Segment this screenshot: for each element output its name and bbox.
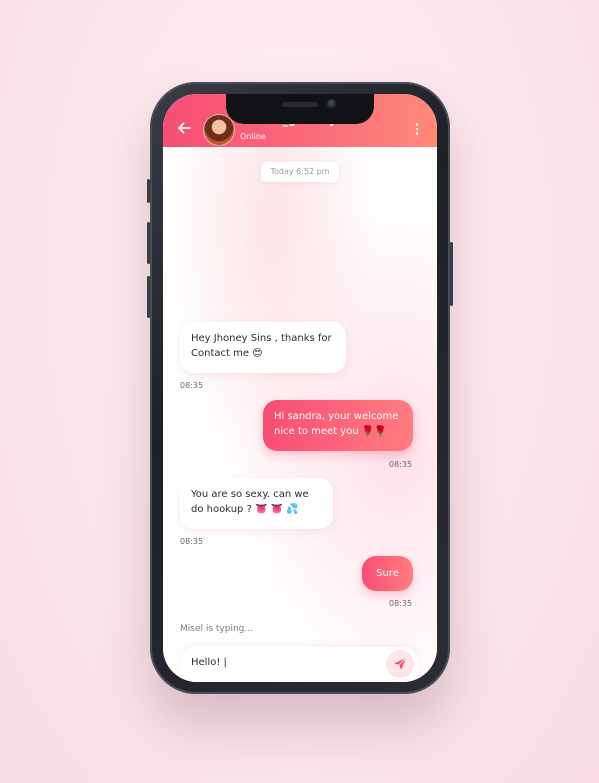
message-time: 08:35	[389, 460, 413, 469]
message-line: do hookup ? 👅 👅 💦	[191, 504, 299, 515]
message-line: nice to meet you 🌹🌹	[274, 426, 387, 437]
send-button[interactable]	[386, 650, 414, 678]
phone-notch	[226, 94, 374, 124]
front-camera	[327, 99, 337, 109]
phone-power-button	[450, 242, 453, 306]
message-bubble-outgoing[interactable]: Hi sandra, your welcome nice to meet you…	[263, 400, 413, 451]
date-separator: Today 6:52 pm	[261, 162, 339, 182]
message-bubble-outgoing[interactable]: Sure	[362, 556, 413, 591]
message-time: 08:35	[180, 537, 204, 546]
message-line: Hi sandra, your welcome	[274, 411, 399, 422]
speaker-grille	[282, 102, 318, 107]
contact-status: Online	[240, 132, 266, 141]
vertical-dots-icon[interactable]	[415, 123, 419, 137]
typing-indicator: Misel is typing...	[180, 624, 253, 634]
screen-background	[163, 94, 437, 682]
message-bubble-incoming[interactable]: Hey Jhoney Sins , thanks for Contact me …	[180, 322, 346, 373]
message-line: Contact me 😍	[191, 348, 263, 359]
message-line: Hey Jhoney Sins , thanks for	[191, 333, 332, 344]
phone-volume-down-button	[147, 276, 150, 318]
chat-screen: sandra_godfrey Online Today 6:52 pm Hey …	[163, 94, 437, 682]
message-input[interactable]	[191, 647, 371, 679]
message-time: 08:35	[180, 381, 204, 390]
message-bubble-incoming[interactable]: You are so sexy. can we do hookup ? 👅 👅 …	[180, 478, 333, 529]
phone-volume-up-button	[147, 222, 150, 264]
send-icon	[394, 657, 407, 670]
message-line: Sure	[376, 568, 399, 579]
arrow-left-icon[interactable]	[176, 120, 192, 136]
message-line: You are so sexy. can we	[191, 489, 309, 500]
message-composer	[180, 647, 418, 679]
avatar[interactable]	[203, 114, 235, 146]
phone-frame: sandra_godfrey Online Today 6:52 pm Hey …	[147, 82, 453, 694]
message-time: 08:35	[389, 599, 413, 608]
phone-action-button	[147, 179, 150, 203]
